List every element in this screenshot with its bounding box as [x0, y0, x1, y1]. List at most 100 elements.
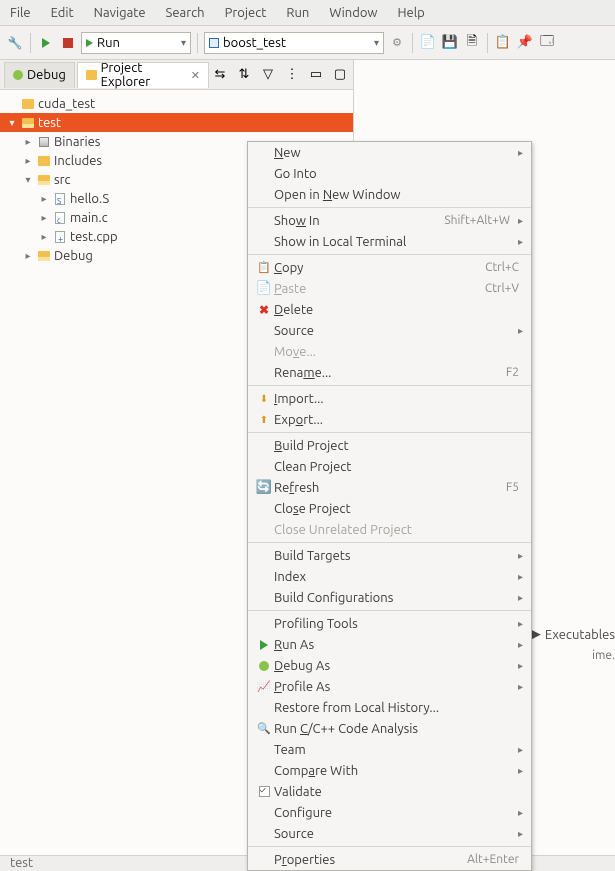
binaries-icon: [39, 137, 49, 147]
cm-show-in[interactable]: Show InShift+Alt+W▸: [248, 210, 531, 231]
cm-paste: 📄PasteCtrl+V: [248, 278, 531, 299]
cm-compare-with[interactable]: Compare With▸: [248, 760, 531, 781]
tree-label: main.c: [70, 211, 108, 225]
wrench-icon[interactable]: 🔧: [6, 34, 24, 52]
profile-icon: 📈: [254, 680, 274, 693]
cm-source[interactable]: Source▸: [248, 320, 531, 341]
cm-rename[interactable]: Rename...F2: [248, 362, 531, 383]
executables-tab[interactable]: ▶ Executables: [531, 627, 615, 642]
menu-edit[interactable]: Edit: [41, 4, 84, 21]
cm-restore-local[interactable]: Restore from Local History...: [248, 697, 531, 718]
build-icon[interactable]: 📋: [494, 34, 512, 52]
cm-copy[interactable]: 📋CopyCtrl+C: [248, 257, 531, 278]
tab-project-explorer[interactable]: Project Explorer ✕: [77, 62, 209, 88]
cm-index[interactable]: Index▸: [248, 566, 531, 587]
launch-config-combo[interactable]: boost_test ▾: [204, 32, 384, 54]
maximize-icon[interactable]: ▢: [331, 66, 349, 84]
cm-build-configs[interactable]: Build Configurations▸: [248, 587, 531, 608]
cm-refresh[interactable]: 🔄RefreshF5: [248, 477, 531, 498]
cm-go-into[interactable]: Go Into: [248, 163, 531, 184]
c-file-icon: [55, 212, 65, 224]
cm-profile-as[interactable]: 📈Profile As▸: [248, 676, 531, 697]
tree-label: cuda_test: [38, 97, 95, 111]
filter-icon[interactable]: ▽: [259, 66, 277, 84]
cm-build-project[interactable]: Build Project: [248, 435, 531, 456]
tree-label: Binaries: [54, 135, 100, 149]
view-menu-icon[interactable]: ⋮: [283, 66, 301, 84]
chevron-right-icon: ▸: [38, 212, 50, 224]
cm-validate[interactable]: Validate: [248, 781, 531, 802]
tab-debug[interactable]: Debug: [4, 62, 75, 88]
tree-label: test.cpp: [70, 230, 118, 244]
play-icon: [86, 39, 93, 47]
cm-clean-project[interactable]: Clean Project: [248, 456, 531, 477]
bug-icon: [13, 70, 23, 80]
stop-button[interactable]: [59, 34, 77, 52]
save-all-icon[interactable]: 🗎: [463, 34, 481, 52]
cm-run-as[interactable]: Run As▸: [248, 634, 531, 655]
play-icon: [254, 640, 274, 650]
checkbox-icon: [259, 786, 270, 797]
chevron-right-icon: ▸: [38, 231, 50, 243]
cm-properties[interactable]: PropertiesAlt+Enter: [248, 849, 531, 870]
folder-open-icon: [22, 118, 34, 128]
cm-debug-as[interactable]: Debug As▸: [248, 655, 531, 676]
chevron-down-icon: ▾: [181, 37, 186, 49]
menu-navigate[interactable]: Navigate: [84, 4, 156, 21]
cm-configure[interactable]: Configure▸: [248, 802, 531, 823]
cm-delete[interactable]: ✖Delete: [248, 299, 531, 320]
menu-window[interactable]: Window: [319, 4, 387, 21]
cm-source2[interactable]: Source▸: [248, 823, 531, 844]
menu-help[interactable]: Help: [388, 4, 435, 21]
menubar: File Edit Navigate Search Project Run Wi…: [0, 0, 615, 26]
executables-icon: ▶: [531, 627, 541, 642]
tree-project-test[interactable]: ▾ test: [0, 113, 353, 132]
menu-file[interactable]: File: [0, 4, 41, 21]
cm-move: Move...: [248, 341, 531, 362]
tree-label: src: [54, 173, 71, 187]
cm-close-project[interactable]: Close Project: [248, 498, 531, 519]
run-combo-label: Run: [97, 36, 120, 50]
cm-show-local-terminal[interactable]: Show in Local Terminal▸: [248, 231, 531, 252]
pin-icon[interactable]: 📌: [516, 34, 534, 52]
copy-icon: 📋: [254, 261, 274, 274]
cm-new[interactable]: New▸: [248, 142, 531, 163]
perspective-icon[interactable]: 🗔: [538, 34, 556, 52]
s-file-icon: [55, 193, 65, 205]
bug-icon: [254, 661, 274, 671]
cm-build-targets[interactable]: Build Targets▸: [248, 545, 531, 566]
chevron-down-icon: ▾: [6, 117, 18, 129]
minimize-icon[interactable]: ▭: [307, 66, 325, 84]
cm-run-analysis[interactable]: 🔍Run C/C++ Code Analysis: [248, 718, 531, 739]
cm-open-new-window[interactable]: Open in New Window: [248, 184, 531, 205]
cm-profiling-tools[interactable]: Profiling Tools▸: [248, 613, 531, 634]
ime-label: ime.: [592, 649, 615, 662]
collapse-icon[interactable]: ⇆: [211, 66, 229, 84]
cm-export[interactable]: ⬆Export...: [248, 409, 531, 430]
toolbar: 🔧 Run ▾ boost_test ▾ ⚙ 📄 💾 🗎 📋 📌 🗔: [0, 26, 615, 60]
context-menu: New▸ Go Into Open in New Window Show InS…: [247, 141, 532, 871]
folder-icon: [38, 156, 50, 166]
cm-team[interactable]: Team▸: [248, 739, 531, 760]
menu-project[interactable]: Project: [215, 4, 277, 21]
menu-search[interactable]: Search: [156, 4, 215, 21]
tree-project-cuda[interactable]: cuda_test: [0, 94, 353, 113]
cpp-file-icon: [55, 231, 65, 243]
export-icon: ⬆: [254, 414, 274, 426]
run-mode-combo[interactable]: Run ▾: [81, 32, 191, 54]
save-icon[interactable]: 💾: [441, 34, 459, 52]
close-icon[interactable]: ✕: [191, 69, 200, 82]
chevron-right-icon: ▸: [38, 193, 50, 205]
chevron-right-icon: ▸: [22, 155, 34, 167]
import-icon: ⬇: [254, 393, 274, 405]
chevron-down-icon: ▾: [22, 174, 34, 186]
new-dropdown-icon[interactable]: 📄: [419, 34, 437, 52]
gear-icon[interactable]: ⚙: [388, 34, 406, 52]
delete-icon: ✖: [254, 303, 274, 317]
menu-run[interactable]: Run: [276, 4, 319, 21]
run-button[interactable]: [37, 34, 55, 52]
chevron-down-icon: ▾: [374, 37, 379, 49]
folder-icon: [86, 70, 97, 80]
link-icon[interactable]: ⇅: [235, 66, 253, 84]
cm-import[interactable]: ⬇Import...: [248, 388, 531, 409]
